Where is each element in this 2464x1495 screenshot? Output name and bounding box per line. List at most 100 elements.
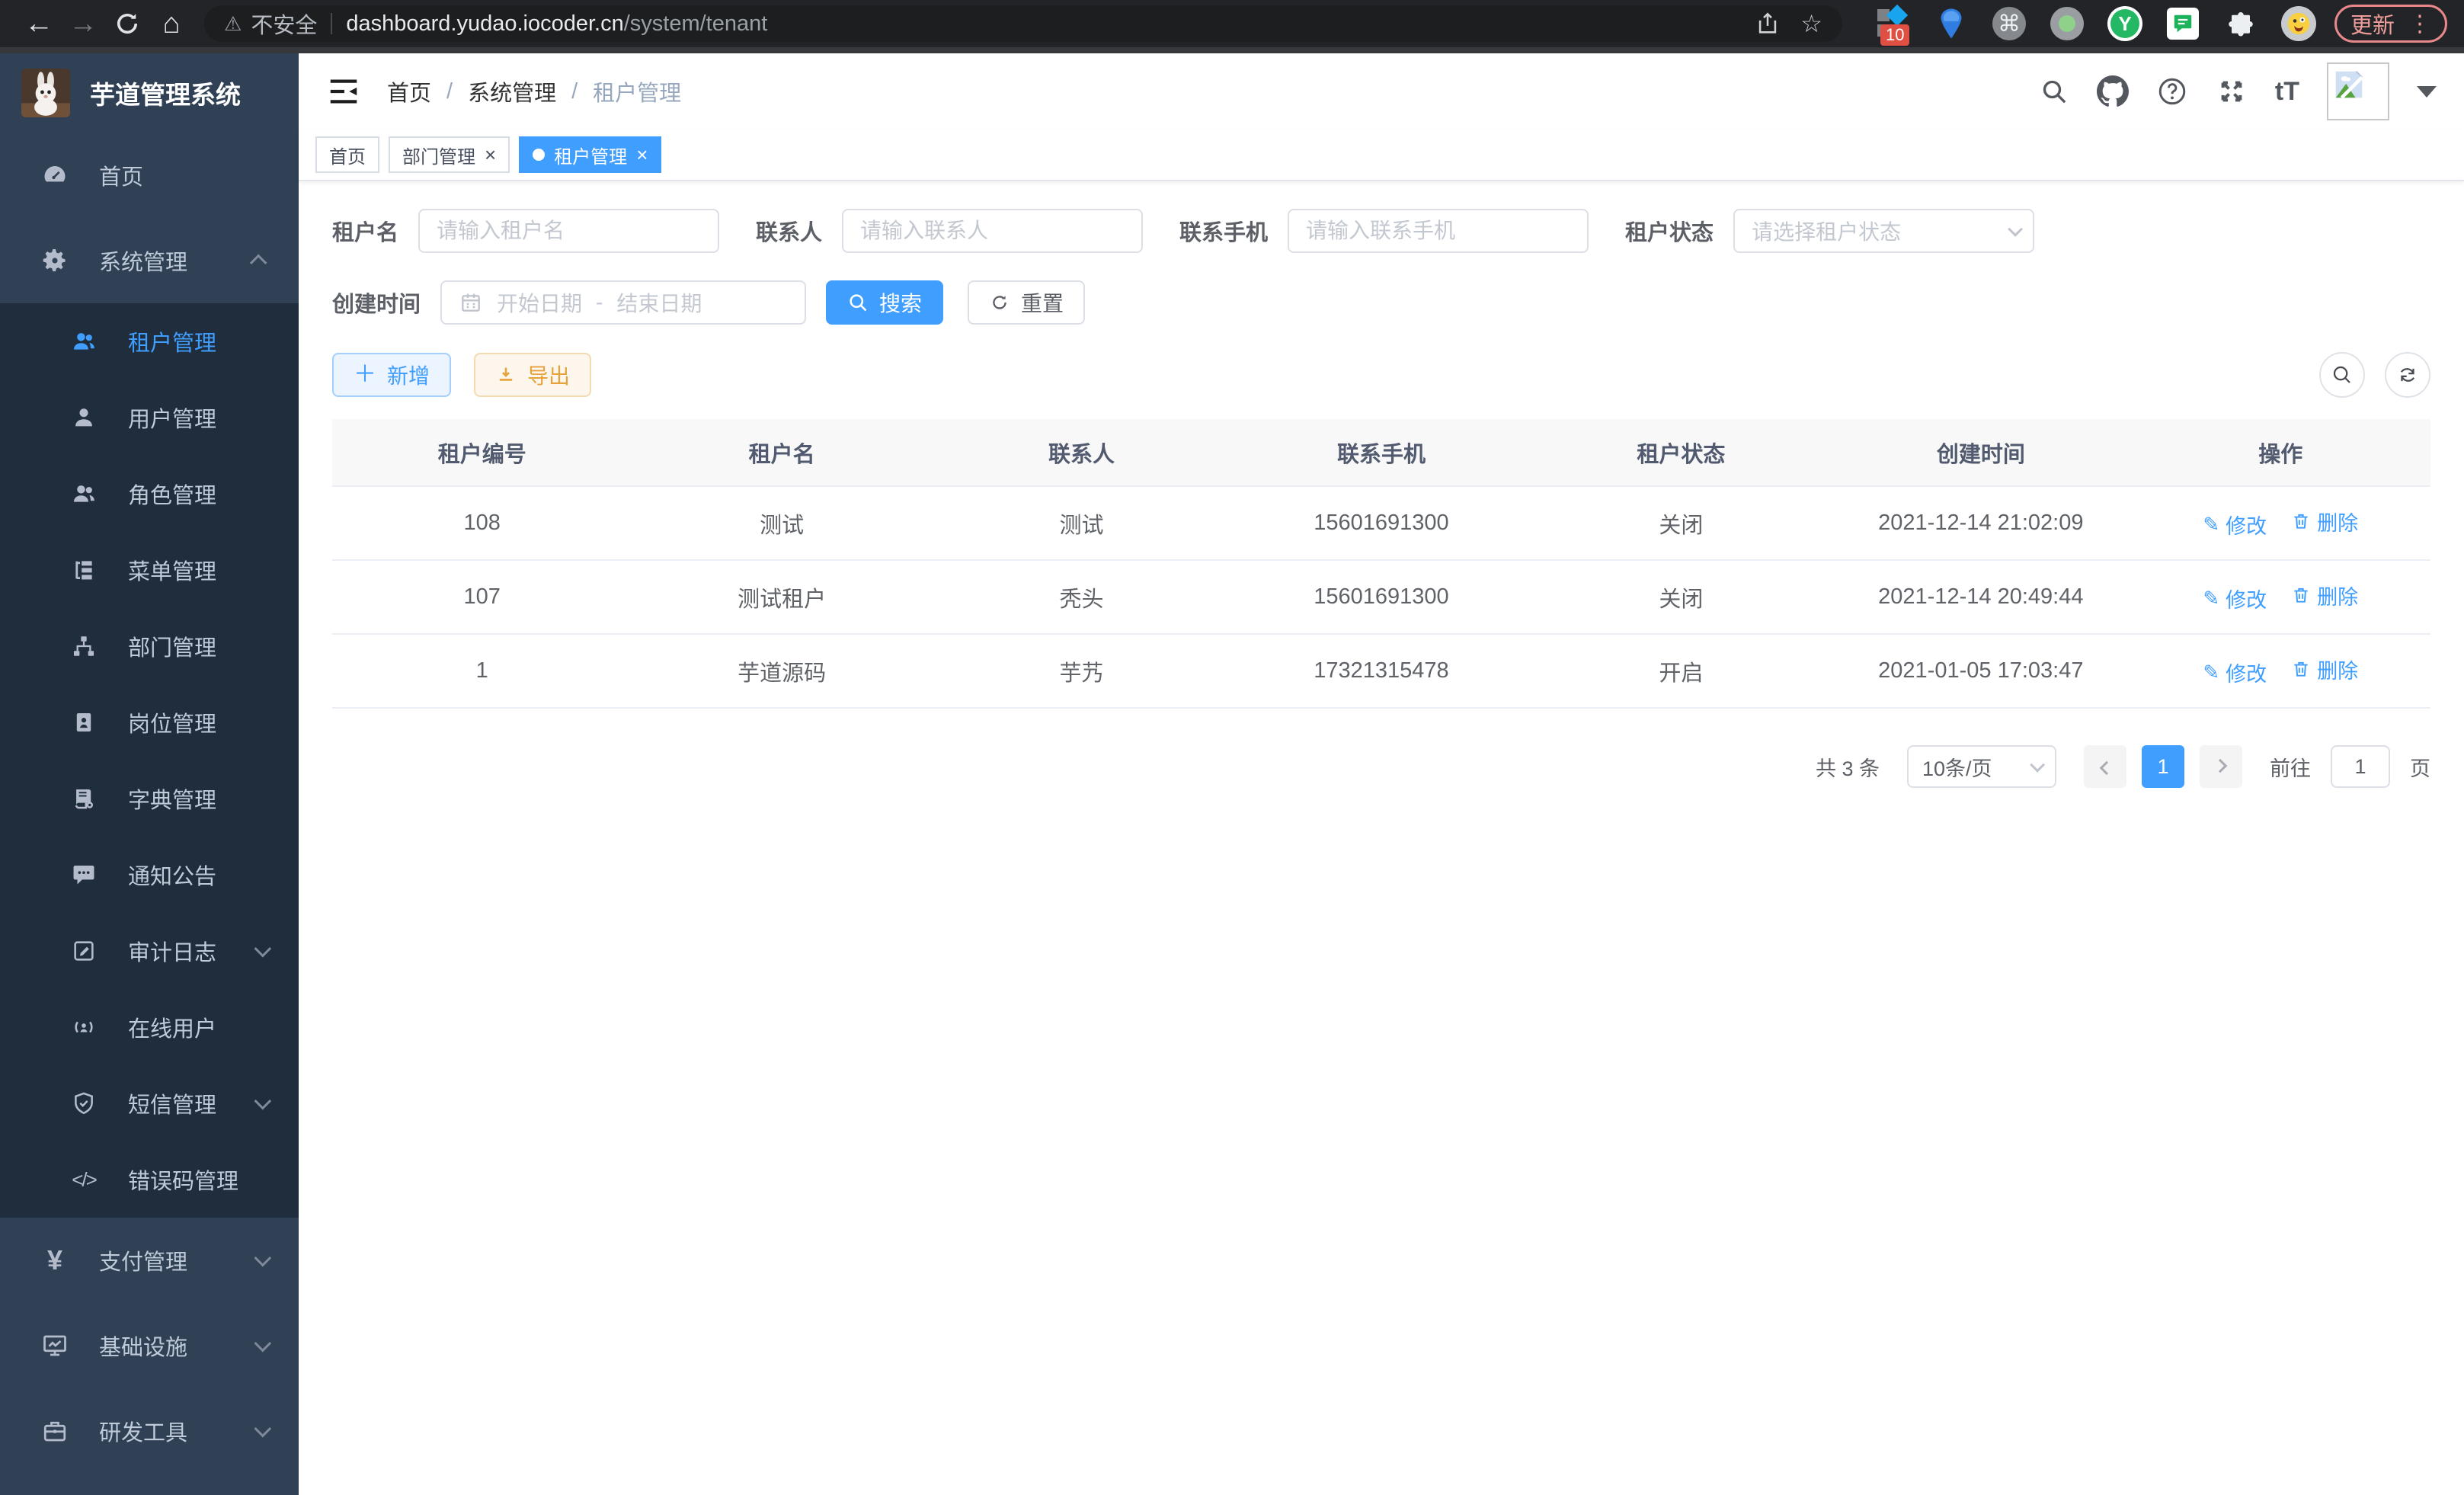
date-range-picker[interactable]: 开始日期 - 结束日期 (440, 280, 806, 325)
sidebar-item-infrastructure[interactable]: 基础设施 (0, 1303, 299, 1388)
delete-link[interactable]: 删除 (2291, 655, 2358, 684)
browser-menu-dots-icon[interactable]: ⋮ (2408, 11, 2431, 37)
dictionary-book-icon (64, 786, 104, 812)
search-icon[interactable] (2039, 76, 2069, 107)
app-logo-row[interactable]: 芋道管理系统 (0, 53, 299, 133)
page-1-button[interactable]: 1 (2142, 745, 2184, 788)
chevron-right-icon (2213, 758, 2226, 772)
monitor-icon (35, 1332, 75, 1359)
top-navbar: 首页 / 系统管理 / 租户管理 tT (299, 53, 2464, 130)
add-button-label: 新增 (387, 360, 430, 390)
tag-tenant[interactable]: 租户管理 × (519, 136, 661, 173)
close-icon[interactable]: × (636, 145, 648, 165)
sidebar-item-post[interactable]: 岗位管理 (0, 684, 299, 760)
breadcrumb-home[interactable]: 首页 (387, 75, 431, 107)
table-toolbar: ＋ 新增 导出 (332, 352, 2430, 398)
tenant-name-input[interactable] (437, 219, 712, 243)
pin-extension-icon[interactable] (1934, 6, 1969, 41)
search-button[interactable]: 搜索 (826, 280, 943, 325)
browser-home-icon[interactable]: ⌂ (149, 5, 194, 42)
refresh-button[interactable] (2385, 352, 2430, 398)
sidebar-item-dict[interactable]: 字典管理 (0, 760, 299, 837)
tampermonkey-extension-icon[interactable]: 10 (1876, 6, 1911, 41)
chrome-update-button[interactable]: 更新 ⋮ (2334, 5, 2447, 43)
code-icon: </> (64, 1168, 104, 1192)
sidebar-item-menu[interactable]: 菜单管理 (0, 532, 299, 608)
sidebar-item-payment[interactable]: ¥ 支付管理 (0, 1218, 299, 1303)
not-secure-label[interactable]: 不安全 (251, 8, 317, 40)
sidebar-item-label: 首页 (99, 159, 143, 191)
sidebar-item-label: 研发工具 (99, 1415, 187, 1447)
sidebar-item-error-code[interactable]: </> 错误码管理 (0, 1141, 299, 1218)
chat-extension-icon[interactable] (2165, 6, 2200, 41)
puzzle-extensions-icon[interactable] (2223, 6, 2258, 41)
sidebar-item-tenant[interactable]: 租户管理 (0, 303, 299, 379)
toggle-search-button[interactable] (2319, 352, 2365, 398)
add-button[interactable]: ＋ 新增 (332, 353, 451, 397)
browser-back-icon[interactable]: ← (17, 5, 61, 42)
sidebar-item-sms[interactable]: 短信管理 (0, 1065, 299, 1141)
profile-emoji-icon[interactable] (2281, 6, 2316, 41)
sidebar-collapse-icon[interactable] (326, 74, 361, 109)
trash-icon (2291, 585, 2311, 605)
page-unit-label: 页 (2410, 752, 2430, 782)
sidebar-item-audit-log[interactable]: 审计日志 (0, 913, 299, 989)
url-host[interactable]: dashboard.yudao.iocoder.cn (346, 11, 623, 37)
prev-page-button[interactable] (2084, 745, 2126, 788)
edit-link[interactable]: ✎修改 (2203, 658, 2267, 687)
help-icon[interactable] (2156, 75, 2188, 107)
yuque-extension-icon[interactable]: Y (2107, 6, 2142, 41)
edit-link[interactable]: ✎修改 (2203, 584, 2267, 613)
reset-button[interactable]: 重置 (968, 280, 1085, 325)
sidebar-item-role[interactable]: 角色管理 (0, 456, 299, 532)
sidebar-item-online-users[interactable]: 在线用户 (0, 989, 299, 1065)
tenant-name-label: 租户名 (332, 215, 398, 247)
users-icon (64, 328, 104, 354)
chevron-down-icon (254, 1250, 272, 1267)
sidebar-item-notice[interactable]: 通知公告 (0, 837, 299, 913)
goto-page-input[interactable] (2331, 745, 2390, 788)
recorder-extension-icon[interactable] (2050, 6, 2085, 41)
font-size-icon[interactable]: tT (2275, 77, 2299, 107)
share-icon[interactable] (1755, 11, 1781, 37)
breadcrumb: 首页 / 系统管理 / 租户管理 (387, 75, 681, 107)
sidebar-item-system[interactable]: 系统管理 (0, 218, 299, 303)
browser-reload-icon[interactable] (105, 5, 149, 42)
avatar[interactable] (2327, 62, 2389, 120)
breadcrumb-system[interactable]: 系统管理 (468, 75, 556, 107)
avatar-caret-down-icon[interactable] (2417, 86, 2437, 107)
close-icon[interactable]: × (485, 145, 496, 165)
sidebar-item-home[interactable]: 首页 (0, 133, 299, 218)
table-row: 107 测试租户 秃头 15601691300 关闭 2021-12-14 20… (332, 560, 2430, 634)
yen-icon: ¥ (35, 1244, 75, 1276)
github-icon[interactable] (2097, 75, 2129, 107)
delete-link[interactable]: 删除 (2291, 507, 2358, 536)
extension-badge: 10 (1880, 24, 1909, 46)
bookmark-star-icon[interactable]: ☆ (1800, 9, 1822, 38)
start-date-placeholder: 开始日期 (497, 287, 582, 318)
total-count: 共 3 条 (1816, 752, 1880, 782)
edit-link[interactable]: ✎修改 (2203, 510, 2267, 539)
browser-forward-icon[interactable]: → (61, 5, 105, 42)
fullscreen-icon[interactable] (2216, 75, 2248, 107)
export-button[interactable]: 导出 (474, 353, 591, 397)
status-select[interactable]: 请选择租户状态 (1733, 209, 2034, 253)
sidebar-item-user[interactable]: 用户管理 (0, 379, 299, 456)
sidebar-item-label: 审计日志 (128, 935, 216, 967)
goto-label: 前往 (2270, 752, 2311, 782)
contact-input[interactable] (860, 219, 1135, 243)
command-extension-icon[interactable]: ⌘ (1992, 6, 2027, 41)
delete-link[interactable]: 删除 (2291, 581, 2358, 610)
tag-home[interactable]: 首页 (315, 136, 379, 173)
roles-icon (64, 481, 104, 507)
sidebar-item-dev-tools[interactable]: 研发工具 (0, 1388, 299, 1474)
sidebar-item-dept[interactable]: 部门管理 (0, 608, 299, 684)
mobile-input[interactable] (1306, 219, 1581, 243)
sidebar-item-label: 部门管理 (128, 630, 216, 662)
date-range-separator: - (596, 290, 603, 315)
next-page-button[interactable] (2200, 745, 2242, 788)
page-size-select[interactable]: 10条/页 (1907, 745, 2056, 788)
url-bar[interactable]: ⚠ 不安全 dashboard.yudao.iocoder.cn/system/… (204, 5, 1842, 42)
tag-dept[interactable]: 部门管理 × (389, 136, 510, 173)
plus-icon: ＋ (354, 363, 376, 386)
